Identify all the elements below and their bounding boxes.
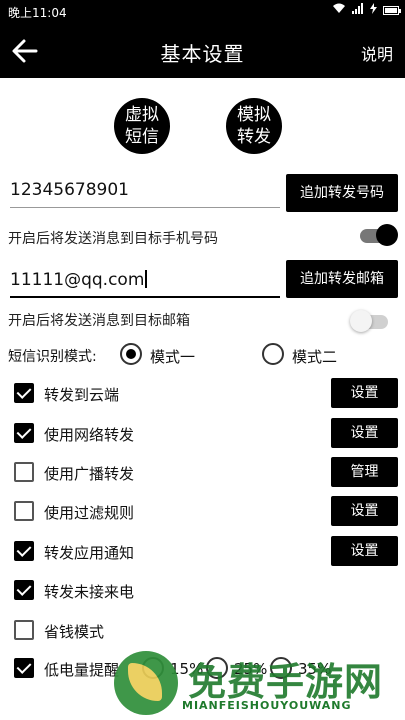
mode-two-radio[interactable] xyxy=(262,343,284,365)
battery-icon xyxy=(383,5,401,15)
option-row: 使用网络转发 设置 xyxy=(0,418,405,448)
phone-forward-description: 开启后将发送消息到目标手机号码 xyxy=(8,231,218,247)
phone-number-value: 12345678901 xyxy=(10,180,129,200)
option-row: 省钱模式 xyxy=(0,615,405,645)
help-link[interactable]: 说明 xyxy=(361,41,393,65)
option-action-button[interactable]: 设置 xyxy=(331,536,398,566)
email-input[interactable]: 11111@qq.com xyxy=(10,264,280,298)
option-row: 转发应用通知 设置 xyxy=(0,536,405,566)
email-value: 11111@qq.com xyxy=(10,270,145,290)
sms-mode-row: 短信识别模式: 模式一 模式二 xyxy=(8,342,398,368)
page-title: 基本设置 xyxy=(160,42,245,66)
watermark-logo xyxy=(114,651,178,715)
toggle-knob xyxy=(350,310,372,332)
option-row: 使用广播转发 管理 xyxy=(0,457,405,487)
option-checkbox[interactable] xyxy=(14,462,34,482)
app-bar: 基本设置 说明 xyxy=(0,24,405,78)
option-checkbox[interactable] xyxy=(14,383,34,403)
status-time: 晚上11:04 xyxy=(8,6,67,20)
option-label: 省钱模式 xyxy=(44,623,105,641)
phone-number-input[interactable]: 12345678901 xyxy=(10,174,280,208)
mode-one-label[interactable]: 模式一 xyxy=(150,346,195,367)
option-checkbox[interactable] xyxy=(14,580,34,600)
email-forward-toggle[interactable] xyxy=(350,310,388,332)
simulate-forward-line1: 模拟 xyxy=(237,105,271,125)
phone-forward-toggle[interactable] xyxy=(360,224,398,246)
site-watermark: 免费手游网 MIANFEISHOUYOUWANG xyxy=(112,645,405,720)
mode-one-radio[interactable] xyxy=(120,343,142,365)
option-label: 使用过滤规则 xyxy=(44,504,135,522)
option-row: 转发到云端 设置 xyxy=(0,378,405,408)
watermark-text: 免费手游网 xyxy=(188,660,384,704)
virtual-sms-button[interactable]: 虚拟 短信 xyxy=(114,98,170,154)
option-label: 转发到云端 xyxy=(44,386,120,404)
add-forward-email-button[interactable]: 追加转发邮箱 xyxy=(286,260,398,298)
option-row: 转发未接来电 xyxy=(0,575,405,605)
add-forward-number-button[interactable]: 追加转发号码 xyxy=(286,174,398,212)
watermark-subtext: MIANFEISHOUYOUWANG xyxy=(182,699,352,712)
signal-icon xyxy=(352,3,364,17)
simulate-forward-button[interactable]: 模拟 转发 xyxy=(226,98,282,154)
option-checkbox[interactable] xyxy=(14,423,34,443)
option-action-button[interactable]: 设置 xyxy=(331,418,398,448)
email-forward-description: 开启后将发送消息到目标邮箱 xyxy=(8,313,190,329)
option-checkbox[interactable] xyxy=(14,501,34,521)
wifi-icon xyxy=(332,3,346,17)
toggle-knob xyxy=(376,224,398,246)
option-checkbox[interactable] xyxy=(14,620,34,640)
mode-two-label[interactable]: 模式二 xyxy=(292,346,337,367)
virtual-sms-line1: 虚拟 xyxy=(125,105,159,125)
text-caret xyxy=(145,270,148,288)
option-label: 低电量提醒 xyxy=(44,661,120,679)
virtual-sms-line2: 短信 xyxy=(125,127,159,147)
option-action-button[interactable]: 设置 xyxy=(331,496,398,526)
charging-icon xyxy=(370,3,377,17)
option-checkbox[interactable] xyxy=(14,541,34,561)
option-label: 使用网络转发 xyxy=(44,426,135,444)
option-action-button[interactable]: 设置 xyxy=(331,378,398,408)
sms-mode-label: 短信识别模式: xyxy=(8,349,97,365)
status-bar: 晚上11:04 xyxy=(0,0,405,24)
option-label: 转发应用通知 xyxy=(44,544,135,562)
simulate-forward-line2: 转发 xyxy=(237,127,271,147)
status-icons xyxy=(332,3,401,17)
option-label: 转发未接来电 xyxy=(44,583,135,601)
option-checkbox[interactable] xyxy=(14,658,34,678)
option-row: 使用过滤规则 设置 xyxy=(0,496,405,526)
option-action-button[interactable]: 管理 xyxy=(331,457,398,487)
option-label: 使用广播转发 xyxy=(44,465,135,483)
